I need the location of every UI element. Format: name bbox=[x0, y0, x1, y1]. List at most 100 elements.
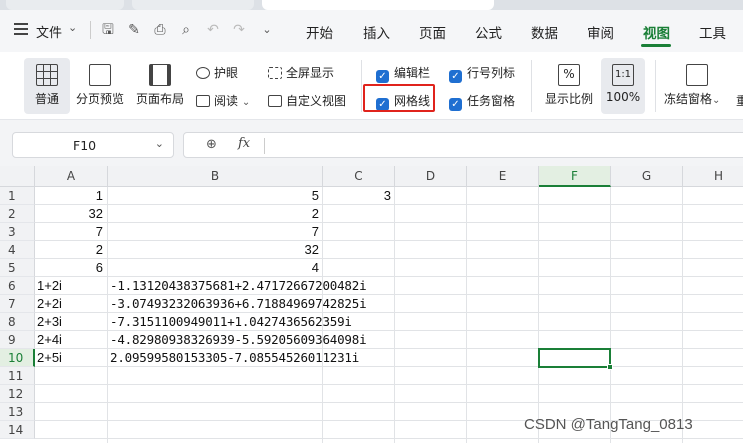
save-icon[interactable]: 🖫 bbox=[100, 22, 116, 38]
column-header-d[interactable]: D bbox=[395, 166, 467, 187]
row-header-active[interactable]: 10 bbox=[0, 349, 35, 367]
fx-icon[interactable]: fx bbox=[238, 136, 250, 151]
row-header[interactable]: 4 bbox=[0, 241, 35, 259]
cell-b5[interactable]: 4 bbox=[108, 259, 323, 277]
fill-handle[interactable] bbox=[607, 364, 613, 370]
gridlines-highlight-frame bbox=[363, 84, 435, 112]
menu-bar: 文件 ⌄ 🖫 ✎ ⎙ ⌕ ↶ ↷ ⌄ 开始 插入 页面 公式 数据 审阅 视图 … bbox=[0, 10, 743, 52]
zoom-ratio-button[interactable]: % 显示比例 bbox=[542, 58, 596, 107]
row-header[interactable]: 6 bbox=[0, 277, 35, 295]
cell-a1[interactable]: 1 bbox=[35, 187, 107, 205]
row-header[interactable]: 1 bbox=[0, 187, 35, 205]
next-ribbon-button[interactable]: 重 bbox=[736, 92, 743, 109]
selected-cell-f10[interactable] bbox=[538, 348, 613, 370]
column-header-e[interactable]: E bbox=[467, 166, 539, 187]
window-tab-2[interactable] bbox=[132, 0, 254, 10]
cell-a3[interactable]: 7 bbox=[35, 223, 107, 241]
formula-input[interactable]: ⊕ fx bbox=[183, 132, 743, 158]
divider bbox=[361, 60, 362, 112]
menu-page[interactable]: 页面 bbox=[419, 22, 446, 42]
row-header[interactable]: 3 bbox=[0, 223, 35, 241]
menu-home[interactable]: 开始 bbox=[306, 22, 333, 42]
row-header[interactable]: 12 bbox=[0, 385, 35, 403]
reading-mode-button[interactable]: 阅读 ⌄ bbox=[196, 92, 250, 109]
cell-a6[interactable]: 1+2i bbox=[35, 277, 107, 295]
freeze-panes-button[interactable]: 冻结窗格⌄ bbox=[664, 58, 732, 107]
file-menu[interactable]: 文件 bbox=[36, 22, 62, 41]
zoom-ratio-label: 显示比例 bbox=[544, 92, 593, 106]
row-header[interactable]: 7 bbox=[0, 295, 35, 313]
freeze-panes-icon bbox=[686, 64, 708, 86]
row-header[interactable]: 14 bbox=[0, 421, 35, 439]
undo-icon[interactable]: ↶ bbox=[205, 22, 221, 38]
formula-bar: F10 ⌄ ⊕ fx bbox=[0, 120, 743, 166]
gridline bbox=[682, 187, 683, 443]
chevron-down-icon: ⌄ bbox=[712, 95, 721, 106]
column-header-f[interactable]: F bbox=[539, 166, 611, 187]
redo-icon[interactable]: ↷ bbox=[231, 22, 247, 38]
page-layout-button[interactable]: 页面布局 bbox=[134, 58, 186, 107]
eye-protect-button[interactable]: 护眼 bbox=[196, 64, 238, 81]
window-tab-active[interactable] bbox=[262, 0, 494, 10]
cell-b3[interactable]: 7 bbox=[108, 223, 323, 241]
cell-a7[interactable]: 2+2i bbox=[35, 295, 107, 313]
spreadsheet-grid[interactable]: A B C D E F G H 1 2 3 4 5 6 7 8 9 10 11 … bbox=[0, 166, 743, 443]
cell-b6[interactable]: -1.13120438375681+2.47172667200482i bbox=[108, 277, 398, 295]
chevron-down-icon[interactable]: ⌄ bbox=[259, 22, 275, 38]
task-pane-checkbox[interactable]: ✓ 任务窗格 bbox=[449, 92, 515, 111]
menu-formulas[interactable]: 公式 bbox=[475, 22, 502, 42]
cell-b7[interactable]: -3.07493232063936+6.71884969742825i bbox=[108, 295, 398, 313]
cell-a10[interactable]: 2+5i bbox=[35, 349, 107, 367]
custom-view-button[interactable]: 自定义视图 bbox=[268, 92, 346, 109]
row-header[interactable]: 2 bbox=[0, 205, 35, 223]
hamburger-menu-icon[interactable] bbox=[14, 23, 28, 35]
cell-b1[interactable]: 5 bbox=[108, 187, 323, 205]
row-header[interactable]: 11 bbox=[0, 367, 35, 385]
fullscreen-button[interactable]: 全屏显示 bbox=[268, 64, 334, 81]
page-break-preview-button[interactable]: 分页预览 bbox=[74, 58, 126, 107]
zoom-100-button[interactable]: 1:1 100% bbox=[601, 58, 645, 114]
column-header-b[interactable]: B bbox=[108, 166, 323, 187]
cell-b9[interactable]: -4.82980938326939-5.59205609364098i bbox=[108, 331, 398, 349]
menu-data[interactable]: 数据 bbox=[531, 22, 558, 42]
menu-insert[interactable]: 插入 bbox=[363, 22, 390, 42]
menu-review[interactable]: 审阅 bbox=[587, 22, 614, 42]
headings-checkbox[interactable]: ✓ 行号列标 bbox=[449, 64, 515, 83]
cell-a2[interactable]: 32 bbox=[35, 205, 107, 223]
cell-a9[interactable]: 2+4i bbox=[35, 331, 107, 349]
print-preview-icon[interactable]: ⎙ bbox=[152, 22, 168, 38]
column-header-g[interactable]: G bbox=[611, 166, 683, 187]
row-header[interactable]: 13 bbox=[0, 403, 35, 421]
select-all-corner[interactable] bbox=[0, 166, 35, 187]
window-tab-1[interactable] bbox=[6, 0, 124, 10]
row-header[interactable]: 9 bbox=[0, 331, 35, 349]
window-tab-strip bbox=[0, 0, 743, 10]
cell-a5[interactable]: 6 bbox=[35, 259, 107, 277]
chevron-down-icon[interactable]: ⌄ bbox=[68, 21, 77, 34]
format-painter-icon[interactable]: ✎ bbox=[126, 22, 142, 38]
zoom-lens-icon[interactable]: ⊕ bbox=[206, 137, 217, 152]
cell-c1[interactable]: 3 bbox=[323, 187, 395, 205]
row-header[interactable]: 5 bbox=[0, 259, 35, 277]
cell-b10[interactable]: 2.09599580153305-7.08554526011231i bbox=[108, 349, 398, 367]
column-header-c[interactable]: C bbox=[323, 166, 395, 187]
page-layout-label: 页面布局 bbox=[135, 92, 184, 106]
normal-view-button[interactable]: 普通 bbox=[24, 58, 70, 114]
grid-view-icon bbox=[36, 64, 58, 86]
find-icon[interactable]: ⌕ bbox=[178, 22, 194, 38]
cell-a4[interactable]: 2 bbox=[35, 241, 107, 259]
menu-tools[interactable]: 工具 bbox=[699, 22, 726, 42]
column-header-a[interactable]: A bbox=[35, 166, 108, 187]
column-header-h[interactable]: H bbox=[683, 166, 743, 187]
cell-b2[interactable]: 2 bbox=[108, 205, 323, 223]
cell-a8[interactable]: 2+3i bbox=[35, 313, 107, 331]
cell-b4[interactable]: 32 bbox=[108, 241, 323, 259]
cell-b8[interactable]: -7.3151100949011+1.0427436562359i bbox=[108, 313, 398, 331]
formula-bar-checkbox[interactable]: ✓ 编辑栏 bbox=[376, 64, 430, 83]
checkmark-icon: ✓ bbox=[449, 98, 462, 111]
row-header[interactable]: 8 bbox=[0, 313, 35, 331]
gridline bbox=[466, 187, 467, 443]
menu-view[interactable]: 视图 bbox=[643, 22, 670, 42]
name-box[interactable]: F10 ⌄ bbox=[12, 132, 174, 158]
chevron-down-icon[interactable]: ⌄ bbox=[155, 137, 164, 150]
